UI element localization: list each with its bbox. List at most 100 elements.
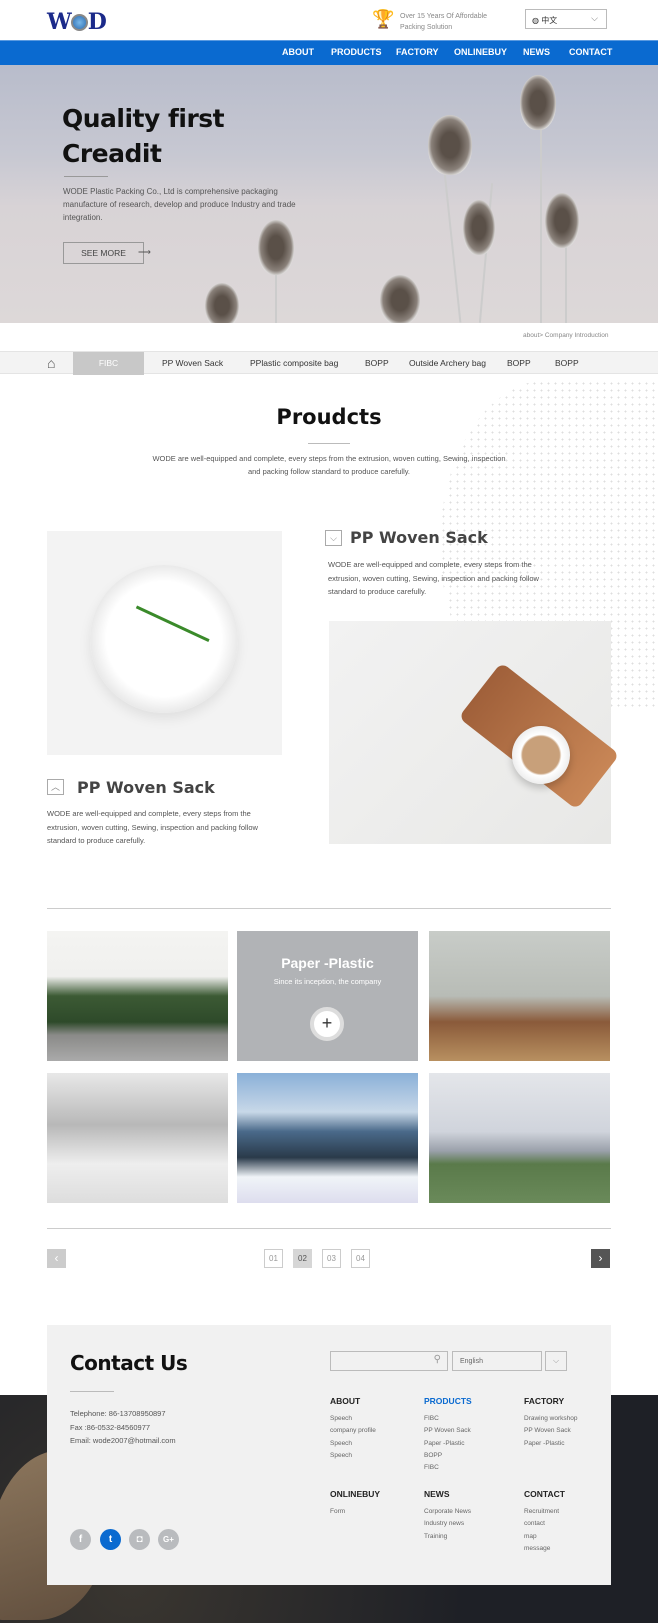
subnav-item-fibc[interactable]: FIBC [73, 352, 144, 375]
gallery-image[interactable] [47, 931, 228, 1061]
product-image [329, 621, 620, 844]
footer-link[interactable]: map [524, 1531, 537, 1543]
contact-info: Telephone: 86-13708950897 Fax :86-0532-8… [70, 1407, 176, 1448]
divider [47, 908, 611, 909]
product-image [47, 531, 282, 755]
footer-link[interactable]: Training [424, 1531, 447, 1543]
telephone: Telephone: 86-13708950897 [70, 1409, 166, 1418]
prev-button[interactable]: ‹ [47, 1249, 66, 1268]
tagline-line: Packing Solution [400, 24, 453, 31]
chevron-up-icon[interactable]: ︿ [47, 779, 64, 795]
divider [64, 176, 108, 177]
nav-factory[interactable]: FACTORY [396, 47, 439, 57]
divider [70, 1391, 114, 1392]
footer-link[interactable]: Corporate News [424, 1506, 471, 1518]
tagline: Over 15 Years Of Affordable Packing Solut… [400, 11, 520, 33]
product-title: PP Woven Sack [77, 778, 215, 797]
search-icon[interactable]: ⚲ [434, 1354, 441, 1365]
product-subnav: ⌂ FIBC PP Woven Sack PPlastic composite … [0, 351, 658, 375]
footer-link[interactable]: PP Woven Sack [424, 1425, 471, 1437]
logo[interactable]: WD [47, 9, 107, 35]
subnav-item[interactable]: BOPP [507, 352, 531, 375]
instagram-icon[interactable]: ◘ [129, 1529, 150, 1550]
globe-icon: ◍ [532, 16, 542, 25]
gallery-image[interactable] [47, 1073, 228, 1203]
footer-link[interactable]: Paper -Plastic [424, 1438, 464, 1450]
footer-heading[interactable]: ABOUT [330, 1396, 360, 1406]
hero-banner: Quality first Creadit WODE Plastic Packin… [0, 65, 658, 323]
chevron-down-icon[interactable]: ⌵ [545, 1351, 567, 1371]
footer-link[interactable]: Drawing workshop [524, 1413, 577, 1425]
page-button[interactable]: 04 [351, 1249, 370, 1268]
divider [47, 1228, 611, 1229]
section-title: Proudcts [276, 405, 382, 429]
plus-icon[interactable]: + [310, 1007, 344, 1041]
nav-news[interactable]: NEWS [523, 47, 550, 57]
footer-heading[interactable]: PRODUCTS [424, 1396, 472, 1406]
footer-link[interactable]: contact [524, 1518, 545, 1530]
google-plus-icon[interactable]: G+ [158, 1529, 179, 1550]
footer-link[interactable]: Paper -Plastic [524, 1438, 564, 1450]
gallery-image[interactable] [429, 931, 610, 1061]
email[interactable]: Email: wode2007@hotmail.com [70, 1434, 176, 1448]
search-input[interactable]: ⚲ [330, 1351, 448, 1371]
gallery-featured[interactable]: Paper -Plastic Since its inception, the … [237, 931, 418, 1061]
subnav-item[interactable]: BOPP [365, 352, 389, 375]
footer-link[interactable]: FIBC [424, 1413, 439, 1425]
gallery-image[interactable] [237, 1073, 418, 1203]
product-title: PP Woven Sack [350, 528, 488, 547]
nav-onlinebuy[interactable]: ONLINEBUY [454, 47, 507, 57]
footer-heading[interactable]: ONLINEBUY [330, 1489, 380, 1499]
footer-link[interactable]: BOPP [424, 1450, 442, 1462]
footer-link[interactable]: Speech [330, 1413, 352, 1425]
footer-link[interactable]: Recruitment [524, 1506, 559, 1518]
footer-heading[interactable]: FACTORY [524, 1396, 564, 1406]
chevron-down-icon: ⌵ [591, 13, 598, 23]
gallery-image[interactable] [429, 1073, 610, 1203]
subnav-item[interactable]: Outside Archery bag [409, 352, 486, 375]
nav-contact[interactable]: CONTACT [569, 47, 612, 57]
contact-title: Contact Us [70, 1351, 188, 1375]
page-button[interactable]: 03 [322, 1249, 341, 1268]
footer-heading[interactable]: CONTACT [524, 1489, 565, 1499]
footer-link[interactable]: Form [330, 1506, 345, 1518]
facebook-icon[interactable]: f [70, 1529, 91, 1550]
chevron-down-icon[interactable]: ⌵ [325, 530, 342, 546]
footer-link[interactable]: company profile [330, 1425, 376, 1437]
hero-title: Quality first Creadit [62, 101, 225, 171]
page-button[interactable]: 01 [264, 1249, 283, 1268]
product-text: WODE are well-equipped and complete, eve… [47, 809, 258, 845]
page-button-active[interactable]: 02 [293, 1249, 312, 1268]
tagline-line: Over 15 Years Of Affordable [400, 13, 488, 20]
product-text: WODE are well-equipped and complete, eve… [328, 560, 539, 596]
language-select[interactable]: English [452, 1351, 542, 1371]
featured-text: Since its inception, the company [273, 977, 382, 986]
divider [308, 443, 350, 444]
twitter-icon[interactable]: t [100, 1529, 121, 1550]
footer-heading[interactable]: NEWS [424, 1489, 450, 1499]
nav-about[interactable]: ABOUT [282, 47, 314, 57]
footer-link[interactable]: Speech [330, 1438, 352, 1450]
home-icon[interactable]: ⌂ [47, 352, 55, 375]
hero-text: WODE Plastic Packing Co., Ltd is compreh… [63, 187, 296, 222]
language-select[interactable]: ◍ 中文 ⌵ [525, 9, 607, 29]
footer-link[interactable]: message [524, 1543, 550, 1555]
trophy-icon: 🏆 [372, 9, 395, 29]
main-nav: ABOUT PRODUCTS FACTORY ONLINEBUY NEWS CO… [0, 40, 658, 65]
footer-link[interactable]: PP Woven Sack [524, 1425, 571, 1437]
arrow-right-icon: ⟶ [138, 247, 151, 257]
subnav-item[interactable]: PP Woven Sack [162, 352, 223, 375]
nav-products[interactable]: PRODUCTS [331, 47, 382, 57]
subnav-item[interactable]: BOPP [555, 352, 579, 375]
breadcrumb[interactable]: about> Company Introduction [523, 332, 608, 339]
see-more-button[interactable]: SEE MORE [63, 242, 144, 264]
hero-title-line: Quality first [62, 104, 225, 133]
section-text: WODE are well-equipped and complete, eve… [152, 454, 506, 476]
next-button[interactable]: › [591, 1249, 610, 1268]
footer-link[interactable]: FIBC [424, 1462, 439, 1474]
footer-link[interactable]: Speech [330, 1450, 352, 1462]
footer-link[interactable]: Industry news [424, 1518, 464, 1530]
featured-title: Paper -Plastic [281, 955, 374, 971]
hero-title-line: Creadit [62, 139, 162, 168]
subnav-item[interactable]: PPlastic composite bag [250, 352, 338, 375]
